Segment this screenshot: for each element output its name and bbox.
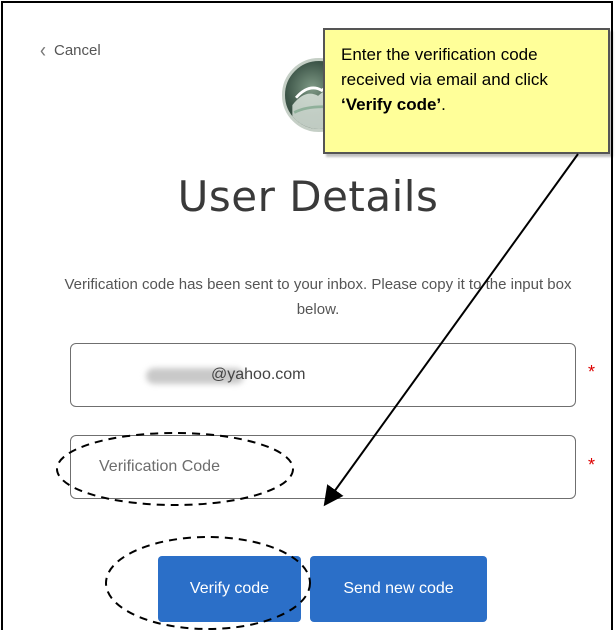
send-new-code-label: Send new code xyxy=(343,580,454,597)
verification-code-input[interactable]: Verification Code xyxy=(70,435,576,499)
cancel-link[interactable]: ‹ Cancel xyxy=(40,37,101,62)
callout-bold-text: ‘Verify code’ xyxy=(341,95,442,114)
chevron-left-icon: ‹ xyxy=(40,37,46,62)
verify-code-label: Verify code xyxy=(189,580,270,597)
email-domain-text: @yahoo.com xyxy=(211,366,306,383)
verify-code-button[interactable]: Verify code xyxy=(158,556,301,622)
callout-text: Enter the verification code received via… xyxy=(341,45,548,89)
required-marker: * xyxy=(588,362,596,382)
send-new-code-button[interactable]: Send new code xyxy=(310,556,487,622)
page-title: User Details xyxy=(177,172,439,221)
cancel-label: Cancel xyxy=(54,42,101,59)
instruction-callout: Enter the verification code received via… xyxy=(323,28,610,154)
callout-text-end: . xyxy=(441,95,446,114)
verification-code-placeholder: Verification Code xyxy=(99,458,220,475)
verification-message: Verification code has been sent to your … xyxy=(64,276,572,318)
email-field[interactable]: @yahoo.com xyxy=(70,343,576,407)
required-marker: * xyxy=(588,455,596,475)
